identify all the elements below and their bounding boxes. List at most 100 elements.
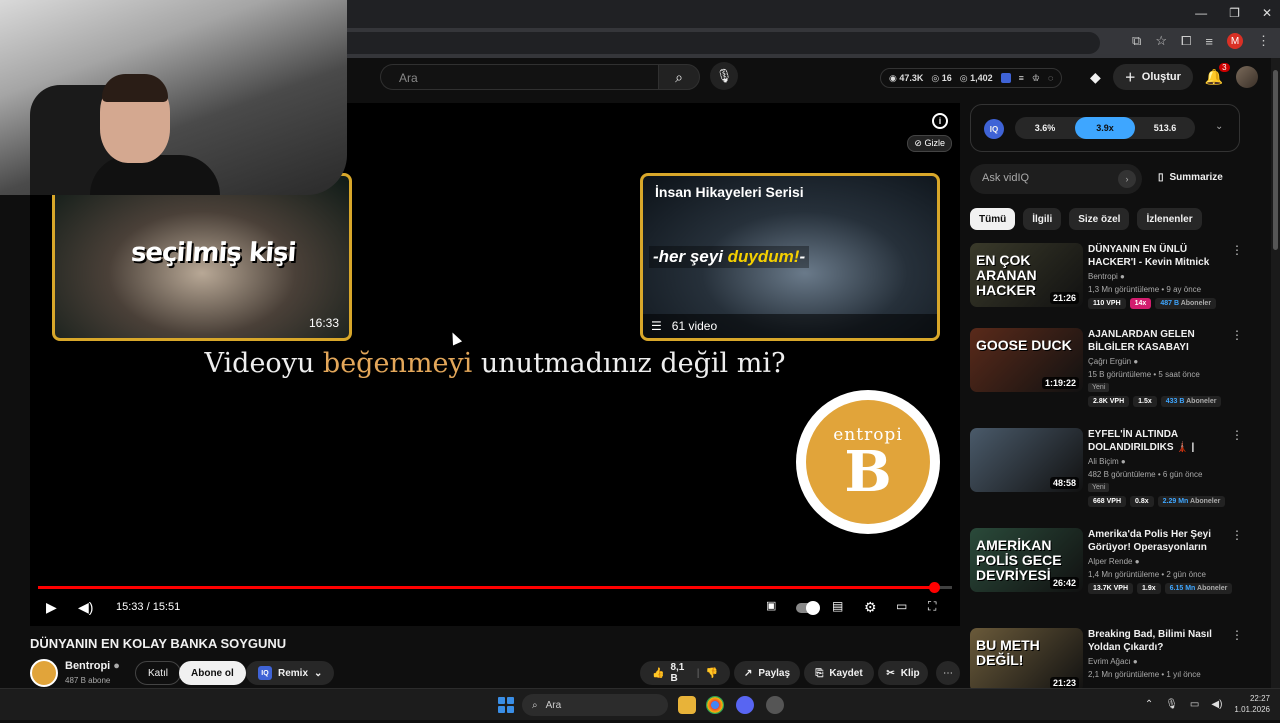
- remix-button[interactable]: IQ Remix ⌄: [246, 661, 335, 685]
- recommendation-title[interactable]: Breaking Bad, Bilimi Nasıl Yoldan Çıkard…: [1088, 628, 1226, 654]
- recommendation-item[interactable]: EN ÇOK ARANAN HACKER 21:26 DÜNYANIN EN ÜNL…: [970, 243, 1245, 338]
- video-thumbnail[interactable]: EN ÇOK ARANAN HACKER 21:26: [970, 243, 1083, 307]
- taskbar-search[interactable]: ⌕ Ara: [522, 694, 668, 716]
- hide-end-screen-button[interactable]: ⊘ Gizle: [907, 135, 952, 152]
- chrome-icon[interactable]: [706, 696, 724, 714]
- settings-gear-icon[interactable]: ⚙: [864, 599, 877, 616]
- end-card-playlist[interactable]: İnsan Hikayeleri Serisi -her şeyi duydum…: [640, 173, 940, 341]
- recommendation-title[interactable]: Amerika'da Polis Her Şeyi Görüyor! Opera…: [1088, 528, 1226, 554]
- close-icon[interactable]: ✕: [1262, 6, 1272, 20]
- video-thumbnail[interactable]: AMERİKAN POLİS GECE DEVRİYESİ 26:42: [970, 528, 1083, 592]
- notifications-button[interactable]: 🔔 3: [1205, 63, 1230, 86]
- chip-watched[interactable]: İzlenenler: [1137, 208, 1202, 230]
- more-actions-button[interactable]: ⋯: [936, 661, 960, 685]
- scrollbar-thumb[interactable]: [1273, 70, 1278, 250]
- channel-avatar[interactable]: [30, 659, 58, 687]
- chip-all[interactable]: Tümü: [970, 208, 1016, 230]
- address-bar[interactable]: [300, 32, 1100, 54]
- recommendation-channel[interactable]: Bentropi ●: [1088, 272, 1125, 281]
- page-scrollbar[interactable]: [1271, 58, 1280, 688]
- recommendation-channel[interactable]: Evrim Ağacı ●: [1088, 657, 1138, 666]
- more-vertical-icon[interactable]: ⋮: [1231, 428, 1243, 442]
- bookmark-star-icon[interactable]: ☆: [1155, 33, 1167, 49]
- list-icon[interactable]: ≡: [1019, 73, 1024, 83]
- more-vertical-icon[interactable]: ⋮: [1231, 628, 1243, 642]
- end-card-video[interactable]: seçilmiş kişi 16:33: [52, 173, 352, 341]
- cast-icon[interactable]: ⧉: [1132, 33, 1141, 49]
- create-button[interactable]: ＋ Oluştur: [1112, 64, 1193, 90]
- subscribe-button[interactable]: Abone ol: [179, 661, 246, 685]
- thumbs-down-icon[interactable]: 👎: [706, 668, 718, 679]
- app-icon[interactable]: [766, 696, 784, 714]
- recommendation-channel[interactable]: Çağrı Ergün ●: [1088, 357, 1138, 366]
- clock[interactable]: 22:27 1.01.2026: [1234, 693, 1270, 715]
- voice-search-button[interactable]: 🎙: [710, 62, 738, 90]
- end-card-duration: 16:33: [308, 316, 339, 330]
- file-explorer-icon[interactable]: [678, 696, 696, 714]
- account-avatar[interactable]: [1235, 66, 1258, 88]
- chip-for-you[interactable]: Size özel: [1069, 208, 1130, 230]
- vidiq-logo-icon[interactable]: IQ: [984, 119, 1004, 139]
- vidiq-icon[interactable]: [1000, 73, 1011, 83]
- recommendation-title[interactable]: EYFEL'İN ALTINDA DOLANDIRILDIKS 🗼 | PARİ…: [1088, 428, 1226, 454]
- profile-avatar[interactable]: M: [1227, 33, 1243, 49]
- chevron-down-icon[interactable]: ⌄: [1215, 121, 1223, 132]
- more-vertical-icon[interactable]: ⋮: [1231, 528, 1243, 542]
- extensions-icon[interactable]: ⧠: [1181, 33, 1191, 49]
- share-button[interactable]: ↗ Paylaş: [734, 661, 800, 685]
- media-icon[interactable]: ≡: [1205, 34, 1213, 49]
- ask-vidiq-input[interactable]: Ask vidIQ: [970, 164, 1142, 194]
- microphone-icon[interactable]: 🎙: [1165, 699, 1178, 710]
- new-badge: Yeni: [1088, 483, 1110, 492]
- search-input[interactable]: Ara: [380, 64, 658, 90]
- thumbnail-text: BU METH DEĞİL!: [976, 637, 1040, 668]
- video-thumbnail[interactable]: GOOSE DUCK 1:19:22: [970, 328, 1083, 392]
- search-button[interactable]: ⌕: [658, 64, 700, 90]
- progress-bar[interactable]: [38, 582, 952, 593]
- browser-menu-icon[interactable]: ⋮: [1257, 33, 1270, 49]
- recommendation-channel[interactable]: Ali Biçim ●: [1088, 457, 1126, 466]
- volume-icon[interactable]: ◀): [1211, 699, 1222, 710]
- trophy-icon[interactable]: ♔: [1032, 73, 1040, 84]
- summarize-button[interactable]: ▯ Summarize: [1158, 172, 1223, 183]
- join-button[interactable]: Katıl: [135, 661, 182, 685]
- engagement-stat[interactable]: 3.6%: [1015, 117, 1075, 139]
- subtitles-icon[interactable]: ▤: [832, 599, 843, 613]
- chevron-up-icon[interactable]: ⌃: [1145, 699, 1153, 710]
- chat-icon[interactable]: ◌: [1048, 73, 1053, 83]
- end-screen-channel-logo[interactable]: entropi B: [796, 390, 940, 534]
- more-vertical-icon[interactable]: ⋮: [1231, 328, 1243, 342]
- info-icon[interactable]: i: [932, 113, 948, 129]
- restore-icon[interactable]: ❐: [1229, 6, 1240, 20]
- recommendation-item[interactable]: 48:58 EYFEL'İN ALTINDA DOLANDIRILDIKS 🗼 |…: [970, 428, 1245, 523]
- recommendation-item[interactable]: GOOSE DUCK 1:19:22 AJANLARDAN GELEN BİLGİL…: [970, 328, 1245, 423]
- theater-mode-icon[interactable]: ▭: [896, 599, 907, 613]
- video-thumbnail[interactable]: BU METH DEĞİL! 21:23: [970, 628, 1083, 692]
- discord-icon[interactable]: [736, 696, 754, 714]
- fullscreen-icon[interactable]: ⛶: [928, 599, 936, 614]
- recommendation-channel[interactable]: Alper Rende ●: [1088, 557, 1140, 566]
- outlier-score-stat[interactable]: 3.9x: [1075, 117, 1135, 139]
- send-icon[interactable]: ›: [1118, 170, 1136, 188]
- autoplay-toggle[interactable]: [796, 601, 820, 615]
- save-button[interactable]: ⎘ Kaydet: [804, 661, 874, 685]
- recommendation-title[interactable]: DÜNYANIN EN ÜNLÜ HACKER'I - Kevin Mitnic…: [1088, 243, 1226, 269]
- video-thumbnail[interactable]: 48:58: [970, 428, 1083, 492]
- gem-icon[interactable]: ◆: [1090, 69, 1101, 86]
- scrubber-handle[interactable]: [928, 582, 940, 593]
- recommendation-item[interactable]: AMERİKAN POLİS GECE DEVRİYESİ 26:42 Amerik…: [970, 528, 1245, 623]
- channel-name[interactable]: Bentropi ●: [65, 660, 120, 672]
- vidiq-player-icon[interactable]: ▣: [766, 599, 776, 612]
- network-icon[interactable]: ▭: [1190, 699, 1199, 710]
- chip-related[interactable]: İlgili: [1023, 208, 1062, 230]
- more-vertical-icon[interactable]: ⋮: [1231, 243, 1243, 257]
- clip-button[interactable]: ✂ Klip: [878, 661, 928, 685]
- vph-stat[interactable]: 513.6: [1135, 117, 1195, 139]
- volume-icon[interactable]: ◀): [78, 599, 93, 616]
- like-dislike-button[interactable]: 👍 8,1 B | 👎: [640, 661, 730, 685]
- minimize-icon[interactable]: —: [1195, 6, 1207, 20]
- play-icon[interactable]: ▶: [46, 599, 57, 616]
- recommendation-title[interactable]: AJANLARDAN GELEN BİLGİLER KASABAYI TEHLİ…: [1088, 328, 1226, 354]
- thumbs-up-icon: 👍: [652, 667, 665, 679]
- windows-start-icon[interactable]: [498, 697, 514, 713]
